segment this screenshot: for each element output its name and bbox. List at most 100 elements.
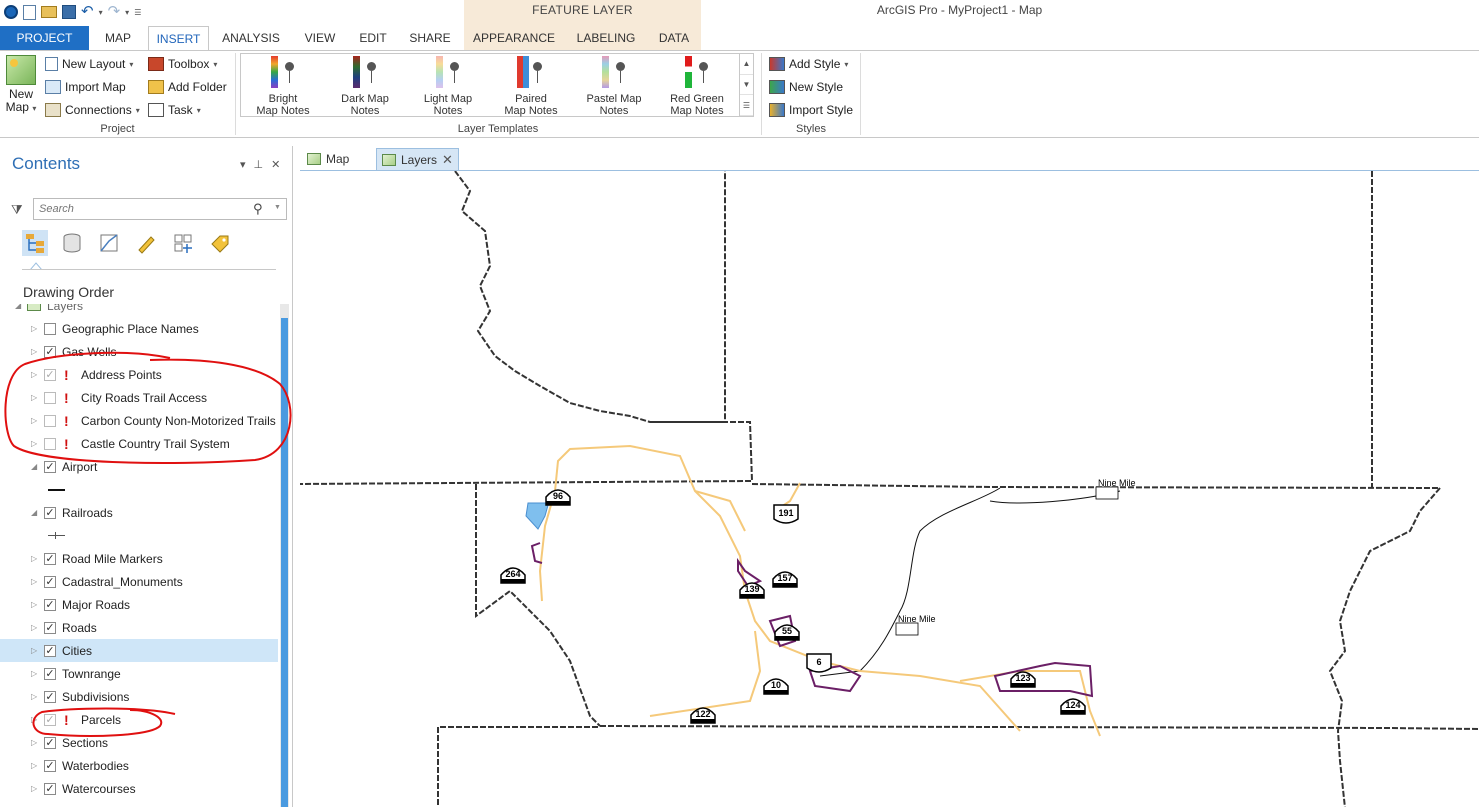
template-paired-map-notes[interactable]: Paired Map Notes <box>491 56 571 117</box>
annotation-circle-warnings <box>4 351 292 465</box>
template-label-line1: Dark Map <box>341 93 389 105</box>
map-drawing[interactable]: 96 191 264 157 139 55 6 10 122 123 124 Nine Mile N… <box>300 171 1479 807</box>
tab-labeling[interactable]: LABELING <box>572 26 640 50</box>
county-boundary <box>1328 487 1441 807</box>
tab-data[interactable]: DATA <box>652 26 696 50</box>
gallery-scroll[interactable]: ▲ ▼ ☰ <box>739 54 753 117</box>
template-pastel-map-notes[interactable]: Pastel Map Notes <box>574 56 654 117</box>
toolbox-icon <box>148 57 164 71</box>
task-label: Task <box>168 103 193 117</box>
add-style-label: Add Style <box>789 57 841 71</box>
layer-templates-group-label: Layer Templates <box>457 123 539 135</box>
tab-map-view[interactable]: Map <box>302 148 354 170</box>
new-style-label: New Style <box>789 80 844 94</box>
layers-tab-label: Layers <box>401 152 438 167</box>
highway-shield: 264 <box>500 567 526 584</box>
map-icon <box>307 153 321 165</box>
highway-shield-label: 157 <box>777 573 792 583</box>
chevron-down-icon: ▾ <box>196 105 201 115</box>
gallery-expand-icon[interactable]: ☰ <box>740 95 753 117</box>
place-labels: Nine Mile Nine Mile <box>895 478 1136 636</box>
folder-icon <box>148 80 164 94</box>
highway-shield: 6 <box>806 653 832 673</box>
ribbon-tabs: PROJECT MAP INSERT ANALYSIS VIEW EDIT SH… <box>0 26 1479 51</box>
map-tab-label: Map <box>326 152 350 166</box>
tab-layers-view[interactable]: Layers ✕ <box>376 148 459 170</box>
trail <box>649 630 762 717</box>
bright-palette-icon <box>265 56 301 90</box>
connections-button[interactable]: Connections ▾ <box>45 103 140 117</box>
tab-analysis[interactable]: ANALYSIS <box>218 26 284 50</box>
county-boundary <box>454 171 726 423</box>
template-label-line1: Red Green <box>670 93 724 105</box>
close-icon[interactable]: ✕ <box>442 152 453 168</box>
tab-project[interactable]: PROJECT <box>0 26 89 50</box>
map-canvas[interactable]: 96 191 264 157 139 55 6 10 122 123 124 Nine Mile N… <box>300 170 1479 807</box>
template-light-map-notes[interactable]: Light Map Notes <box>408 56 488 117</box>
tab-insert[interactable]: INSERT <box>148 26 209 51</box>
gallery-down-icon[interactable]: ▼ <box>740 75 753 96</box>
highway-shield-label: 191 <box>778 508 793 518</box>
template-label-line2: Map Notes <box>670 105 724 117</box>
highway-shield: 191 <box>773 504 799 524</box>
template-label-line1: Pastel Map <box>586 93 642 105</box>
pastel-palette-icon <box>596 56 632 90</box>
tab-share[interactable]: SHARE <box>404 26 456 50</box>
template-label-line1: Light Map <box>423 93 473 105</box>
project-group-label: Project <box>100 123 135 135</box>
add-folder-button[interactable]: Add Folder <box>148 80 227 94</box>
template-label-line2: Notes <box>599 105 629 117</box>
map-view-tabs: Map Layers ✕ <box>300 146 1479 170</box>
template-red-green-map-notes[interactable]: Red Green Map Notes <box>657 56 737 117</box>
parcel-outline <box>993 661 1094 698</box>
template-label-line2: Map Notes <box>256 105 310 117</box>
highway-shield: 139 <box>739 582 765 599</box>
place-label: Nine Mile <box>1098 478 1136 488</box>
tab-view[interactable]: VIEW <box>298 26 342 50</box>
county-boundary <box>437 726 600 807</box>
red-annotation-overlay <box>4 351 292 737</box>
new-style-button[interactable]: New Style <box>769 80 843 94</box>
highway-shield-label: 122 <box>695 709 710 719</box>
import-map-label: Import Map <box>65 80 126 94</box>
tab-appearance[interactable]: APPEARANCE <box>470 26 558 50</box>
red-green-palette-icon <box>679 56 715 90</box>
new-layout-button[interactable]: New Layout ▾ <box>45 57 133 71</box>
add-style-button[interactable]: Add Style ▾ <box>769 57 848 71</box>
task-button[interactable]: Task ▾ <box>148 103 201 117</box>
tab-edit[interactable]: EDIT <box>354 26 392 50</box>
new-map-button[interactable]: New Map ▾ <box>4 55 38 115</box>
task-icon <box>148 103 164 117</box>
highway-shields: 96 191 264 157 139 55 6 10 122 123 124 <box>500 489 1086 724</box>
styles-group-label: Styles <box>796 123 826 135</box>
add-style-icon <box>769 57 785 71</box>
gallery-up-icon[interactable]: ▲ <box>740 54 753 75</box>
highway-shield: 122 <box>690 707 716 724</box>
import-map-button[interactable]: Import Map <box>45 80 126 94</box>
template-label-line2: Notes <box>433 105 463 117</box>
connections-label: Connections <box>65 103 132 117</box>
group-separator <box>235 53 236 135</box>
place-label: Nine Mile <box>898 614 936 624</box>
import-style-label: Import Style <box>789 103 854 117</box>
paired-palette-icon <box>513 56 549 90</box>
toolbox-label: Toolbox <box>168 57 210 71</box>
toolbox-button[interactable]: Toolbox ▾ <box>148 57 217 71</box>
annotation-circle-parcels <box>32 707 176 737</box>
layer-template-gallery: Bright Map Notes Dark Map Notes Light Ma… <box>240 53 754 117</box>
highway-shield-label: 96 <box>553 491 563 501</box>
chevron-down-icon: ▾ <box>135 105 140 115</box>
highway-shield-label: 124 <box>1065 700 1080 710</box>
template-dark-map-notes[interactable]: Dark Map Notes <box>325 56 405 117</box>
dark-palette-icon <box>347 56 383 90</box>
template-bright-map-notes[interactable]: Bright Map Notes <box>243 56 323 117</box>
template-label-line2: Map Notes <box>504 105 558 117</box>
map-icon <box>382 153 396 166</box>
tab-map[interactable]: MAP <box>96 26 140 50</box>
contents-pane: Contents ▾ ⊥ ✕ ⧩ ⚲ ▼ Drawing Order ◢ Lay… <box>0 146 293 807</box>
import-style-button[interactable]: Import Style <box>769 103 853 117</box>
trail <box>694 490 746 532</box>
title-bar: ↶ ▾ ↷ ▾ ☰ FEATURE LAYER ArcGIS Pro - MyPro… <box>0 0 1479 52</box>
highway-shield-label: 264 <box>505 569 520 579</box>
import-map-icon <box>45 80 61 94</box>
